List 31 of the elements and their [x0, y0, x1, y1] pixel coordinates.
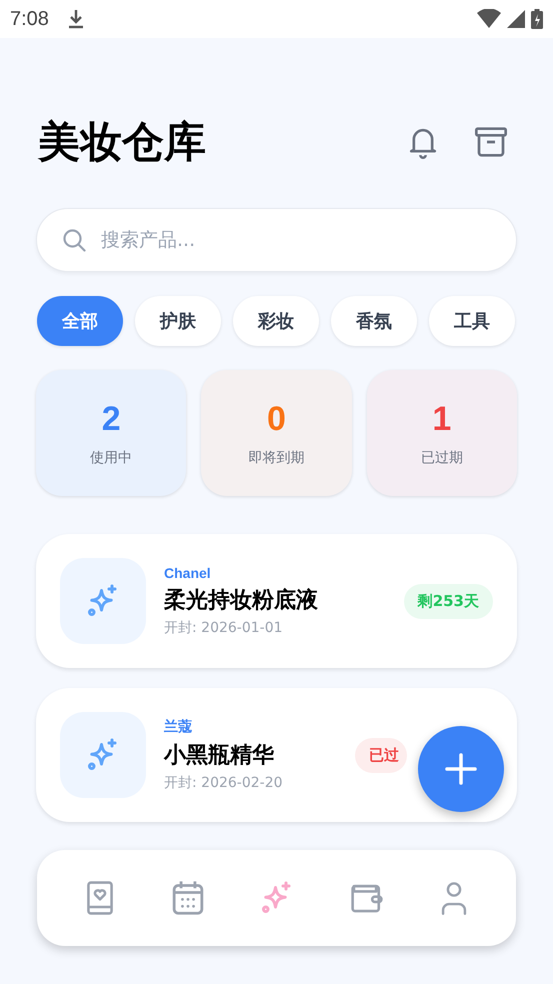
- app-title: 美妆仓库: [38, 116, 207, 168]
- category-tab[interactable]: 工具: [429, 296, 515, 346]
- search-field[interactable]: 搜索产品...: [36, 208, 517, 272]
- product-name: 小黑瓶精华: [164, 742, 275, 770]
- plus-icon: [445, 753, 477, 785]
- stat-label: 已过期: [420, 448, 463, 466]
- product-brand: Chanel: [164, 565, 212, 581]
- download-icon: [66, 9, 85, 29]
- stat-label: 即将到期: [248, 448, 304, 466]
- battery-icon: [531, 9, 543, 29]
- stat-value: 0: [267, 400, 286, 438]
- status-time: 7:08: [10, 8, 49, 30]
- expiry-badge: 剩253天: [404, 584, 493, 618]
- category-tab[interactable]: 香氛: [331, 296, 417, 346]
- signal-icon: [507, 10, 525, 28]
- archive-icon[interactable]: [475, 127, 507, 157]
- stat-value: 1: [432, 400, 452, 438]
- product-brand: 兰蔻: [164, 718, 193, 736]
- opened-date: 开封: 2026-02-20: [164, 774, 284, 792]
- wifi-icon: [477, 9, 501, 29]
- product-name: 柔光持妆粉底液: [164, 586, 319, 615]
- product-card[interactable]: Chanel 柔光持妆粉底液 开封: 2026-01-01 剩253天: [36, 534, 517, 668]
- category-tab[interactable]: 彩妆: [233, 296, 319, 346]
- calendar-icon[interactable]: [170, 880, 205, 916]
- product-card[interactable]: 兰蔻 小黑瓶精华 开封: 2026-02-20 已过: [36, 688, 517, 822]
- stat-label: 使用中: [90, 448, 132, 466]
- stat-value: 2: [102, 400, 121, 438]
- expiry-badge: 已过: [355, 738, 407, 772]
- opened-date: 开封: 2026-01-01: [164, 619, 284, 637]
- category-tab[interactable]: 全部: [37, 296, 123, 346]
- category-tab[interactable]: 护肤: [135, 296, 221, 346]
